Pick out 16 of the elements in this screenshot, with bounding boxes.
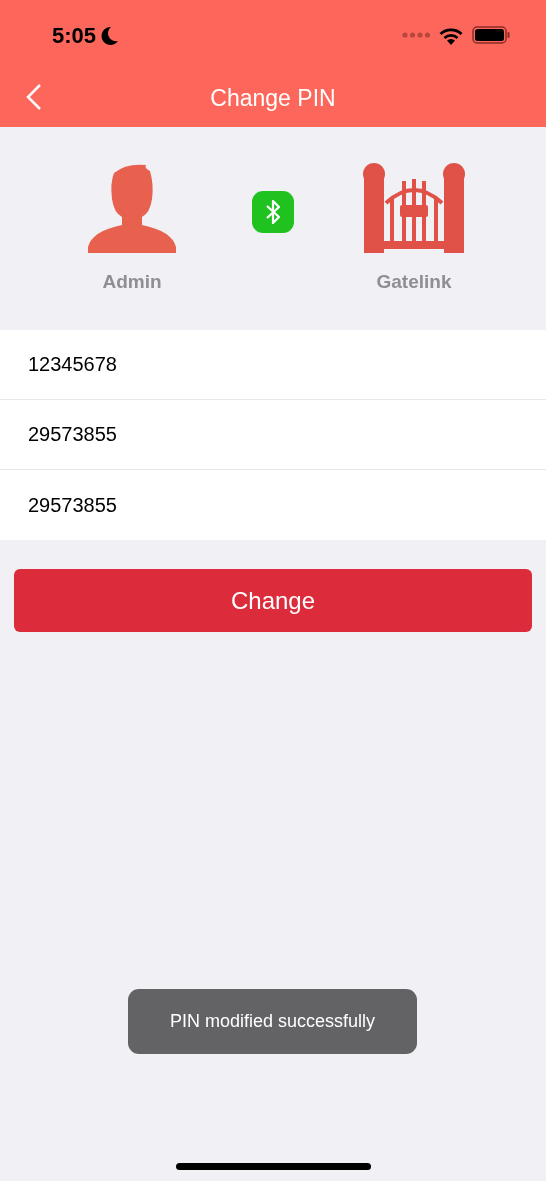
signal-icon <box>402 32 430 38</box>
change-button[interactable]: Change <box>14 569 532 632</box>
back-button[interactable] <box>24 83 44 111</box>
bluetooth-icon <box>252 191 294 233</box>
battery-icon <box>472 26 510 44</box>
toast-message: PIN modified successfully <box>128 989 417 1054</box>
device-label: Admin <box>102 271 162 293</box>
gate-icon <box>362 163 466 253</box>
page-title: Change PIN <box>210 85 336 112</box>
status-time: 5:05 <box>52 23 97 49</box>
moon-icon <box>101 26 120 46</box>
pin-field[interactable]: 29573855 <box>0 400 546 470</box>
pin-field[interactable]: 29573855 <box>0 470 546 540</box>
person-icon <box>86 163 178 253</box>
device-label: Gatelink <box>376 271 452 293</box>
pin-field[interactable]: 12345678 <box>0 330 546 400</box>
